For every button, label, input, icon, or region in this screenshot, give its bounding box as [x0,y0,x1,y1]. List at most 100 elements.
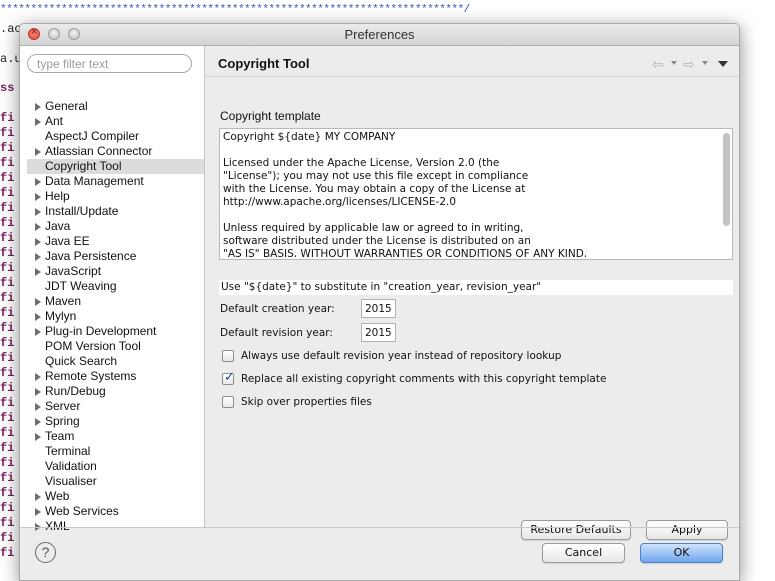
tree-item[interactable]: General [27,99,204,114]
tree-item-label: Web [45,489,70,503]
tree-item-label: Visualiser [45,474,97,488]
expand-arrow-icon[interactable] [35,238,41,246]
title-bar[interactable]: Preferences [20,24,739,46]
help-icon[interactable]: ? [35,542,56,563]
code-fragment: fi [0,501,15,515]
expand-arrow-icon[interactable] [35,433,41,441]
checkbox-label[interactable]: Skip over properties files [241,394,372,410]
tree-item-label: Team [45,429,75,443]
tree-item[interactable]: JavaScript [27,264,204,279]
checkbox-label[interactable]: Replace all existing copyright comments … [241,371,606,387]
expand-arrow-icon[interactable] [35,418,41,426]
code-fragment: fi [0,111,15,125]
code-fragment: fi [0,231,15,245]
template-text[interactable]: Copyright ${date} MY COMPANY Licensed un… [223,131,717,257]
tree-item[interactable]: Server [27,399,204,414]
tree-item[interactable]: Web Services [27,504,204,519]
revision-year-row: Default revision year: [220,323,396,343]
code-fragment: fi [0,546,15,560]
tree-item-label: Atlassian Connector [45,144,153,158]
tree-item[interactable]: Maven [27,294,204,309]
view-menu-icon[interactable] [718,61,728,67]
tree-item[interactable]: Java EE [27,234,204,249]
template-scrollbar[interactable] [723,131,730,257]
code-fragment: fi [0,516,15,530]
expand-arrow-icon[interactable] [35,253,41,261]
tree-item-label: Copyright Tool [45,159,122,173]
code-fragment: fi [0,171,15,185]
tree-item-label: JavaScript [45,264,102,278]
expand-arrow-icon[interactable] [35,268,41,276]
tree-item[interactable]: Visualiser [27,474,204,489]
tree-item[interactable]: Help [27,189,204,204]
tree-item[interactable]: AspectJ Compiler [27,129,204,144]
expand-arrow-icon[interactable] [35,388,41,396]
tree-item[interactable]: Copyright Tool [27,159,204,174]
dialog-title: Preferences [344,27,415,42]
skip-properties-checkbox[interactable] [222,396,234,408]
expand-arrow-icon[interactable] [35,193,41,201]
tree-item[interactable]: Remote Systems [27,369,204,384]
expand-arrow-icon[interactable] [35,118,41,126]
code-fragment: fi [0,246,15,260]
expand-arrow-icon[interactable] [35,103,41,111]
tree-item[interactable]: Web [27,489,204,504]
tree-item[interactable]: POM Version Tool [27,339,204,354]
tree-item-label: JDT Weaving [45,279,117,293]
tree-item[interactable]: Terminal [27,444,204,459]
forward-history-dropdown-icon[interactable] [702,61,708,65]
tree-item[interactable]: Data Management [27,174,204,189]
expand-arrow-icon[interactable] [35,403,41,411]
template-label: Copyright template [220,109,321,123]
filter-input[interactable] [27,54,192,73]
replace-existing-copyright-checkbox[interactable] [222,370,235,386]
cancel-button[interactable]: Cancel [542,543,625,563]
ok-button[interactable]: OK [640,543,723,563]
expand-arrow-icon[interactable] [35,493,41,501]
tree-item-label: General [45,99,88,113]
expand-arrow-icon[interactable] [35,313,41,321]
tree-item[interactable]: Team [27,429,204,444]
expand-arrow-icon[interactable] [35,328,41,336]
back-history-dropdown-icon[interactable] [671,61,677,65]
code-fragment: fi [0,216,15,230]
expand-arrow-icon[interactable] [35,223,41,231]
forward-arrow-icon[interactable]: ⇨ [683,56,695,73]
tree-item[interactable]: JDT Weaving [27,279,204,294]
tree-item-label: POM Version Tool [45,339,141,353]
expand-arrow-icon[interactable] [35,178,41,186]
tree-item-label: Validation [45,459,97,473]
tree-item[interactable]: Java [27,219,204,234]
tree-item[interactable]: Ant [27,114,204,129]
scrollbar-thumb[interactable] [723,133,730,226]
substitution-hint: Use "${date}" to substitute in "creation… [219,280,733,295]
expand-arrow-icon[interactable] [35,298,41,306]
restore-defaults-button[interactable]: Restore Defaults [521,520,631,540]
tree-item[interactable]: Atlassian Connector [27,144,204,159]
expand-arrow-icon[interactable] [35,508,41,516]
code-fragment: fi [0,411,15,425]
always-default-revision-checkbox[interactable] [222,350,234,362]
tree-item[interactable]: Mylyn [27,309,204,324]
tree-item[interactable]: Java Persistence [27,249,204,264]
tree-item[interactable]: Install/Update [27,204,204,219]
back-arrow-icon[interactable]: ⇦ [652,56,664,73]
revision-year-input[interactable] [361,323,396,342]
template-editor[interactable]: Copyright ${date} MY COMPANY Licensed un… [219,128,733,260]
checkbox-label[interactable]: Always use default revision year instead… [241,348,561,364]
tree-item[interactable]: Quick Search [27,354,204,369]
tree-item[interactable]: Run/Debug [27,384,204,399]
tree-item[interactable]: Validation [27,459,204,474]
tree-item[interactable]: Plug-in Development [27,324,204,339]
code-fragment: fi [0,261,15,275]
revision-year-label: Default revision year: [220,327,333,339]
expand-arrow-icon[interactable] [35,148,41,156]
expand-arrow-icon[interactable] [35,208,41,216]
code-fragment: fi [0,456,15,470]
creation-year-input[interactable] [361,299,396,318]
apply-button[interactable]: Apply [646,520,728,540]
tree-item-label: Mylyn [45,309,77,323]
expand-arrow-icon[interactable] [35,373,41,381]
tree-item[interactable]: Spring [27,414,204,429]
tree-item-label: XML [45,519,70,533]
